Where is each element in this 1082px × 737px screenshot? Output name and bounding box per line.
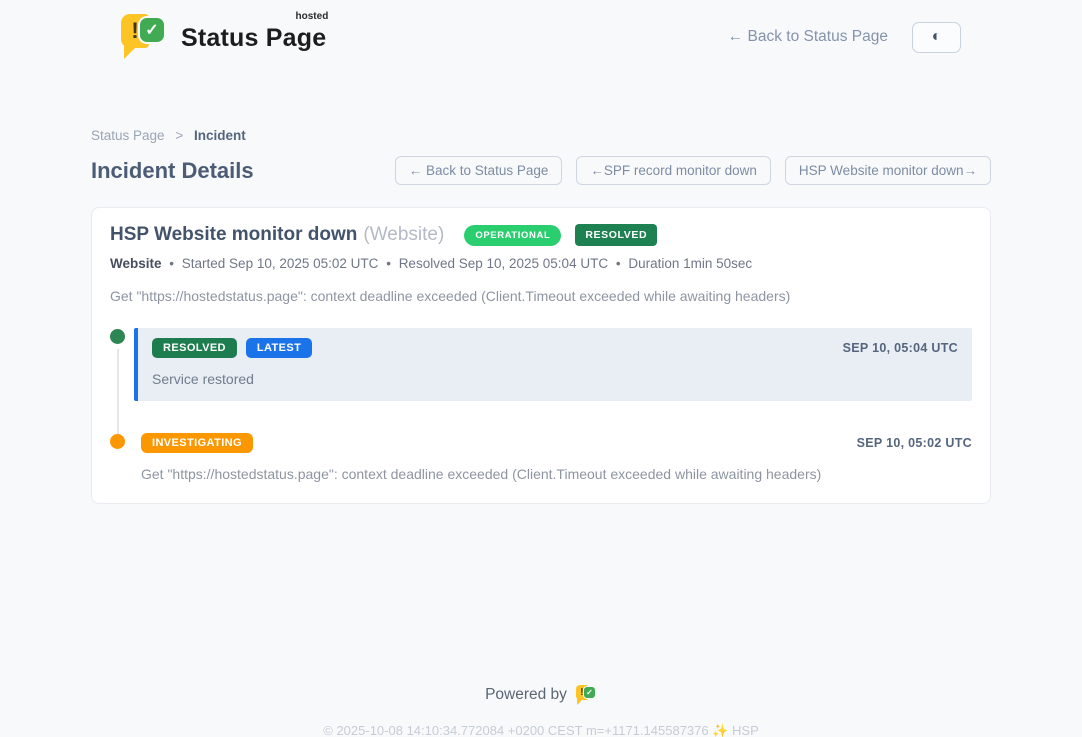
header-right: ← Back to Status Page ◐: [728, 22, 961, 53]
timeline-latest-update-box: RESOLVED LATEST SEP 10, 05:04 UTC Servic…: [134, 328, 972, 401]
logo-hosted-tag: hosted: [296, 11, 329, 22]
timeline-entry-message: Get "https://hostedstatus.page": context…: [141, 466, 972, 482]
incident-description: Get "https://hostedstatus.page": context…: [110, 288, 972, 304]
timeline-entry-timestamp: SEP 10, 05:02 UTC: [857, 436, 972, 450]
timeline-marker-column: [110, 328, 134, 401]
meta-resolved: Resolved Sep 10, 2025 05:04 UTC: [399, 256, 608, 271]
timeline-entry-badges: INVESTIGATING: [141, 433, 253, 453]
status-page-mini-logo-icon: ! ✓: [576, 685, 597, 705]
powered-by-label: Powered by: [485, 686, 567, 704]
meta-component-name: Website: [110, 256, 162, 271]
half-circle-contrast-icon: ◐: [932, 29, 942, 45]
breadcrumb-separator: >: [175, 128, 183, 143]
meta-separator: •: [169, 256, 174, 271]
status-page-logo-icon: ! ✓: [121, 14, 167, 60]
logo-brand-name: Status Page: [181, 24, 326, 52]
header-inner: ! ✓ Status Page hosted ← Back to Status …: [91, 14, 991, 60]
timeline-entry-badges: RESOLVED LATEST: [152, 338, 312, 358]
status-page-logo[interactable]: ! ✓ Status Page hosted: [121, 14, 326, 60]
timeline-entry-investigating: INVESTIGATING SEP 10, 05:02 UTC Get "htt…: [110, 433, 972, 482]
breadcrumb-status-page-link[interactable]: Status Page: [91, 128, 165, 143]
mini-logo-check-icon: ✓: [583, 686, 596, 699]
timeline-entry-content: INVESTIGATING SEP 10, 05:02 UTC Get "htt…: [134, 433, 972, 482]
timeline-entry-header: RESOLVED LATEST SEP 10, 05:04 UTC: [152, 338, 958, 358]
main-content: Status Page > Incident Incident Details …: [91, 128, 991, 504]
timeline-marker-column: [110, 433, 134, 482]
incident-component-label: (Website): [363, 224, 444, 246]
investigating-badge: INVESTIGATING: [141, 433, 253, 453]
resolved-badge: RESOLVED: [152, 338, 237, 358]
timeline-entry-header: INVESTIGATING SEP 10, 05:02 UTC: [141, 433, 972, 453]
incident-title-row: HSP Website monitor down (Website) OPERA…: [110, 224, 972, 246]
next-incident-button[interactable]: HSP Website monitor down→: [785, 156, 991, 185]
meta-separator: •: [386, 256, 391, 271]
incident-title: HSP Website monitor down: [110, 224, 357, 246]
theme-toggle-button[interactable]: ◐: [912, 22, 961, 53]
logo-text: Status Page hosted: [181, 14, 326, 53]
timeline-entry-resolved: RESOLVED LATEST SEP 10, 05:04 UTC Servic…: [110, 328, 972, 401]
meta-separator: •: [616, 256, 621, 271]
powered-by-link[interactable]: Powered by ! ✓: [485, 685, 597, 705]
logo-check-icon: ✓: [138, 16, 166, 44]
header: ! ✓ Status Page hosted ← Back to Status …: [0, 0, 1082, 60]
footer: Powered by ! ✓ © 2025-10-08 14:10:34.772…: [0, 685, 1082, 737]
previous-incident-button[interactable]: ←SPF record monitor down: [576, 156, 771, 185]
breadcrumb-incident: Incident: [194, 128, 246, 143]
title-row: Incident Details ← Back to Status Page ←…: [91, 156, 991, 185]
latest-badge: LATEST: [246, 338, 312, 358]
timeline-entry-timestamp: SEP 10, 05:04 UTC: [843, 341, 958, 355]
timeline-entry-message: Service restored: [152, 371, 958, 387]
operational-status-badge: OPERATIONAL: [464, 225, 561, 246]
page-title: Incident Details: [91, 158, 254, 184]
timeline-dot-green: [110, 329, 125, 344]
breadcrumb: Status Page > Incident: [91, 128, 991, 143]
header-back-to-status-page-link[interactable]: ← Back to Status Page: [728, 28, 888, 46]
incident-timeline: RESOLVED LATEST SEP 10, 05:04 UTC Servic…: [110, 328, 972, 482]
meta-started: Started Sep 10, 2025 05:02 UTC: [182, 256, 379, 271]
meta-duration: Duration 1min 50sec: [628, 256, 752, 271]
timeline-dot-orange: [110, 434, 125, 449]
incident-nav-buttons: ← Back to Status Page ←SPF record monito…: [395, 156, 991, 185]
copyright-text: © 2025-10-08 14:10:34.772084 +0200 CEST …: [0, 723, 1082, 737]
back-to-status-page-button[interactable]: ← Back to Status Page: [395, 156, 563, 185]
resolved-status-badge: RESOLVED: [575, 224, 657, 246]
incident-card: HSP Website monitor down (Website) OPERA…: [91, 207, 991, 504]
incident-meta: Website • Started Sep 10, 2025 05:02 UTC…: [110, 256, 972, 271]
